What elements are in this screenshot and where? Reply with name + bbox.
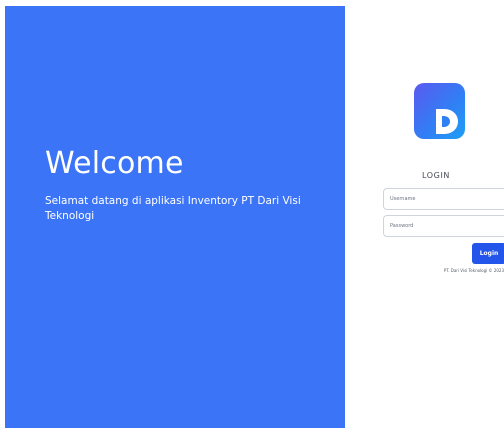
login-title: LOGIN — [421, 171, 450, 180]
welcome-subtitle: Selamat datang di aplikasi Inventory PT … — [45, 195, 301, 222]
welcome-panel: Welcome Selamat datang di aplikasi Inven… — [5, 6, 345, 428]
password-input[interactable] — [383, 215, 504, 237]
login-button[interactable]: Login — [472, 243, 504, 264]
copyright-text: PT. Dari Visi Teknologi © 2023 — [443, 268, 504, 273]
d-logo-icon — [414, 83, 465, 139]
username-input[interactable] — [383, 188, 504, 210]
welcome-title: Welcome — [45, 146, 184, 181]
login-page: Welcome Selamat datang di aplikasi Inven… — [0, 0, 504, 428]
